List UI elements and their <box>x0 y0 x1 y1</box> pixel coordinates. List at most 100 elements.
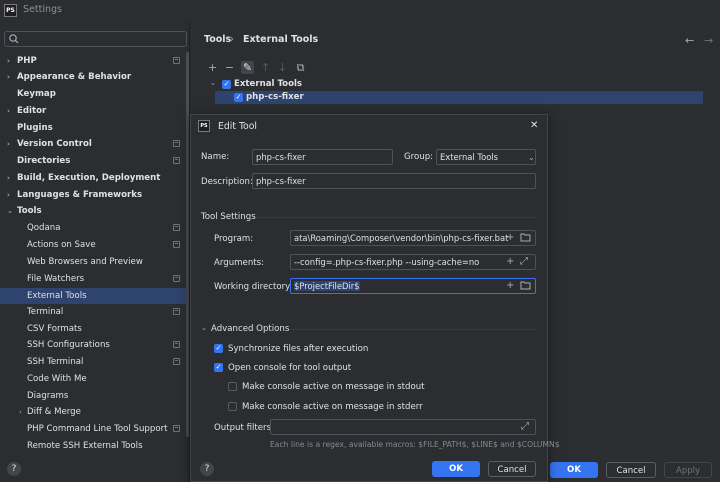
sidebar-item-languages-frameworks[interactable]: › Languages & Frameworks <box>0 187 188 203</box>
chevron-right-icon[interactable]: › <box>7 103 10 119</box>
tool-checkbox[interactable]: ✓ <box>234 93 243 102</box>
sidebar-item-php[interactable]: ›PHP <box>0 53 188 69</box>
project-scope-icon <box>173 241 180 248</box>
stderr-checkbox[interactable] <box>228 402 237 411</box>
sidebar-item-ssh-configurations[interactable]: SSH Configurations <box>0 337 188 353</box>
sidebar-item-editor[interactable]: › Editor <box>0 103 188 119</box>
folder-icon[interactable] <box>520 280 531 294</box>
working-directory-value: $ProjectFileDir$ <box>294 281 360 291</box>
expand-icon[interactable]: ⤢ <box>520 256 528 268</box>
separator <box>290 329 536 330</box>
program-field[interactable]: ata\Roaming\Composer\vendor\bin\php-cs-f… <box>290 230 536 246</box>
sidebar-item-label: Keymap <box>17 86 56 102</box>
sidebar-item-label: Editor <box>17 103 46 119</box>
breadcrumb-parent[interactable]: Tools <box>204 34 231 45</box>
sync-checkbox[interactable]: ✓ <box>214 344 223 353</box>
remove-icon[interactable]: − <box>223 61 236 74</box>
expand-icon[interactable]: ⤢ <box>521 421 529 433</box>
sidebar-item-build-execution-deployment[interactable]: ›Build, Execution, Deployment <box>0 170 188 186</box>
console-label: Open console for tool output <box>228 363 351 373</box>
cancel-button[interactable]: Cancel <box>606 462 656 478</box>
sidebar-item-appearance-behavior[interactable]: › Appearance & Behavior <box>0 69 188 85</box>
help-icon[interactable]: ? <box>7 462 21 476</box>
sidebar-item-diagrams[interactable]: Diagrams <box>0 388 188 404</box>
sidebar-scrollbar[interactable] <box>186 52 189 437</box>
sidebar-item-external-tools[interactable]: External Tools <box>0 288 188 304</box>
sidebar-item-label: SSH Configurations <box>27 337 110 353</box>
sidebar-item-label: Version Control <box>17 136 92 152</box>
insert-macro-icon[interactable]: + <box>506 280 514 292</box>
chevron-down-icon[interactable]: ⌄ <box>201 324 207 332</box>
add-icon[interactable]: + <box>206 61 219 74</box>
move-up-icon[interactable]: ↑ <box>259 61 272 74</box>
sidebar-item-web-browsers-and-preview[interactable]: Web Browsers and Preview <box>0 254 188 270</box>
app-logo-icon: PS <box>4 4 17 17</box>
copy-icon[interactable]: ⧉ <box>294 61 307 74</box>
chevron-right-icon[interactable]: › <box>7 187 10 203</box>
sidebar-item-csv-formats[interactable]: CSV Formats <box>0 321 188 337</box>
chevron-right-icon[interactable]: › <box>7 170 10 186</box>
sidebar-item-ssh-terminal[interactable]: SSH Terminal <box>0 354 188 370</box>
description-field[interactable]: php-cs-fixer <box>252 173 536 189</box>
sidebar-item-keymap[interactable]: Keymap <box>0 86 188 102</box>
chevron-down-icon[interactable]: ⌄ <box>528 153 535 162</box>
chevron-down-icon[interactable]: ⌄ <box>7 203 13 219</box>
move-down-icon[interactable]: ↓ <box>276 61 289 74</box>
sidebar-item-version-control[interactable]: › Version Control <box>0 136 188 152</box>
output-filters-field[interactable] <box>270 419 536 435</box>
dialog-ok-button[interactable]: OK <box>432 461 480 477</box>
sidebar-item-qodana[interactable]: Qodana <box>0 220 188 236</box>
back-arrow-icon[interactable]: ← <box>685 34 694 47</box>
sync-label: Synchronize files after execution <box>228 344 368 354</box>
console-checkbox[interactable]: ✓ <box>214 363 223 372</box>
sidebar-item-remote-ssh-external-tools[interactable]: Remote SSH External Tools <box>0 438 188 454</box>
advanced-options-toggle[interactable]: Advanced Options <box>211 324 289 334</box>
sidebar-item-label: Qodana <box>27 220 60 236</box>
sidebar-item-file-watchers[interactable]: File Watchers <box>0 271 188 287</box>
sidebar-item-label: External Tools <box>27 288 87 304</box>
sidebar-item-actions-on-save[interactable]: Actions on Save <box>0 237 188 253</box>
ok-button[interactable]: OK <box>550 462 598 478</box>
chevron-right-icon[interactable]: › <box>19 404 22 420</box>
sidebar-item-php-command-line-tool-support[interactable]: PHP Command Line Tool Support <box>0 421 188 437</box>
forward-arrow-icon[interactable]: → <box>704 34 713 47</box>
sidebar-item-plugins[interactable]: Plugins <box>0 120 188 136</box>
stdout-checkbox[interactable] <box>228 382 237 391</box>
sidebar-item-label: Plugins <box>17 120 53 136</box>
output-filters-label: Output filters: <box>214 423 274 433</box>
arguments-field[interactable]: --config=.php-cs-fixer.php --using-cache… <box>290 254 536 270</box>
chevron-right-icon[interactable]: › <box>7 69 10 85</box>
insert-macro-icon[interactable]: + <box>506 256 514 268</box>
edit-icon[interactable]: ✎ <box>241 61 254 74</box>
group-select[interactable]: External Tools <box>436 149 536 165</box>
sidebar-item-label: Languages & Frameworks <box>17 187 142 203</box>
help-icon[interactable]: ? <box>200 462 214 476</box>
name-label: Name: <box>201 152 229 162</box>
sidebar-item-tools[interactable]: ⌄Tools <box>0 203 188 219</box>
project-scope-icon <box>173 57 180 64</box>
sidebar-item-label: Appearance & Behavior <box>17 69 131 85</box>
stdout-label: Make console active on message in stdout <box>242 382 425 392</box>
sidebar-item-terminal[interactable]: Terminal <box>0 304 188 320</box>
working-directory-field[interactable]: $ProjectFileDir$ <box>290 278 536 294</box>
close-icon[interactable]: ✕ <box>530 120 538 131</box>
name-field[interactable]: php-cs-fixer <box>252 149 393 165</box>
folder-icon[interactable] <box>520 232 531 246</box>
chevron-right-icon[interactable]: › <box>7 53 10 69</box>
program-label: Program: <box>214 234 253 244</box>
insert-macro-icon[interactable]: + <box>506 232 514 244</box>
group-checkbox[interactable]: ✓ <box>222 80 231 89</box>
project-scope-icon <box>173 308 180 315</box>
tree-group-label[interactable]: External Tools <box>234 79 302 89</box>
description-label: Description: <box>201 177 253 187</box>
sidebar-item-code-with-me[interactable]: Code With Me <box>0 371 188 387</box>
tree-tool-label[interactable]: php-cs-fixer <box>246 92 304 102</box>
tool-settings-header: Tool Settings <box>201 212 256 222</box>
sidebar-item-diff-merge[interactable]: ›Diff & Merge <box>0 404 188 420</box>
chevron-right-icon[interactable]: › <box>7 136 10 152</box>
search-input[interactable] <box>4 31 187 47</box>
apply-button[interactable]: Apply <box>664 462 712 478</box>
chevron-down-icon[interactable]: ⌄ <box>210 79 216 87</box>
dialog-cancel-button[interactable]: Cancel <box>488 461 536 477</box>
sidebar-item-directories[interactable]: Directories <box>0 153 188 169</box>
